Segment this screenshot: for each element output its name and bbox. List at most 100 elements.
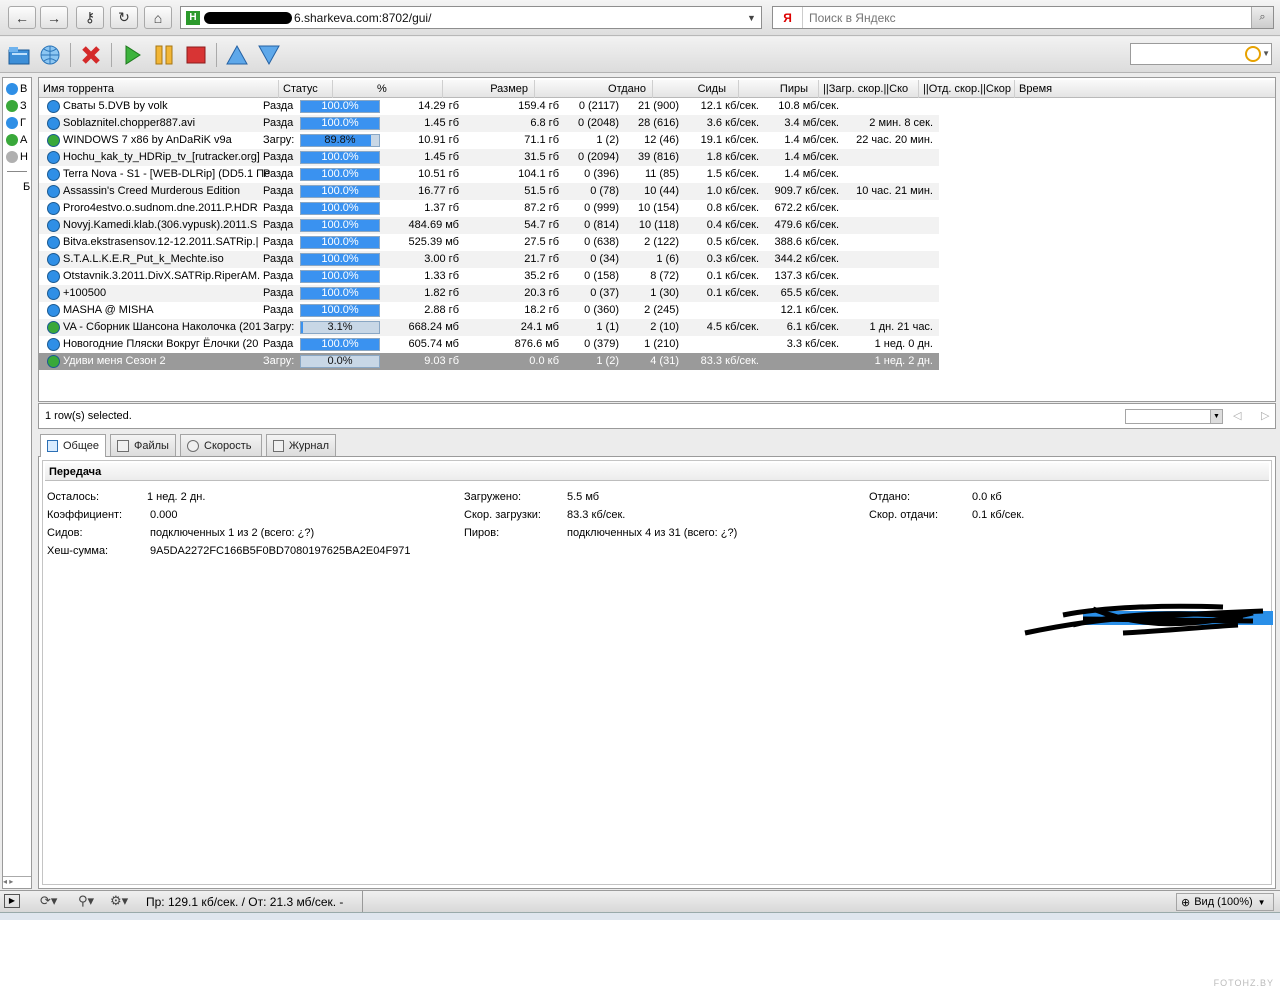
next-page-icon[interactable]: ▷ <box>1261 409 1269 422</box>
settings-icon[interactable]: ⚙▾ <box>110 893 128 909</box>
seeds-cell: 0 (814) <box>584 219 619 231</box>
down-speed-cell: 4.5 кб/сек. <box>706 321 759 333</box>
pause-icon[interactable] <box>151 42 177 68</box>
status-cell: Загру: <box>263 134 295 146</box>
uploaded-cell: 24.1 мб <box>520 321 559 333</box>
up-speed-cell: 1.4 мб/сек. <box>784 134 839 146</box>
col-size[interactable]: Размер <box>443 80 535 98</box>
chevron-down-icon[interactable]: ▼ <box>1262 49 1270 58</box>
key-icon[interactable]: ⚷ <box>76 6 104 29</box>
name-cell: Soblaznitel.chopper887.avi <box>63 117 196 129</box>
table-row[interactable]: MASHA @ MISHA Разда 2.88 гб 18.2 гб 0 (360) 2… <box>39 302 939 319</box>
downloaded-value: 5.5 мб <box>567 491 600 503</box>
stop-icon[interactable] <box>183 42 209 68</box>
address-bar[interactable]: H 6.sharkeva.com:8702/gui/ ▼ <box>180 6 762 29</box>
table-row[interactable]: Terra Nova - S1 - [WEB-DLRip] (DD5.1 Пе Р… <box>39 166 939 183</box>
sidebar-item-active[interactable]: А <box>6 132 32 148</box>
progress-text: 100.0% <box>321 185 359 197</box>
sidebar-item-completed[interactable]: Г <box>6 115 32 131</box>
progress-text: 100.0% <box>321 253 359 265</box>
col-status[interactable]: Статус <box>279 80 333 98</box>
peers-cell: 2 (245) <box>644 304 679 316</box>
table-row[interactable]: VA - Сборник Шансона Наколочка (201 Загру… <box>39 319 939 336</box>
table-row[interactable]: WINDOWS 7 x86 by AnDaRiK v9a Загру: 10.91 … <box>39 132 939 149</box>
tab-general[interactable]: Общее <box>40 434 106 457</box>
col-down-speed[interactable]: ||Загр. скор.||Ско <box>819 80 919 98</box>
dlspeed-value: 83.3 кб/сек. <box>567 509 626 521</box>
open-torrent-icon[interactable] <box>6 42 32 68</box>
col-uploaded[interactable]: Отдано <box>535 80 653 98</box>
table-row[interactable]: Soblaznitel.chopper887.avi Разда 1.45 гб 6.… <box>39 115 939 132</box>
network-icon[interactable]: ⚲▾ <box>78 893 94 909</box>
col-percent[interactable]: % <box>333 80 443 98</box>
prev-page-icon[interactable]: ◁ <box>1233 409 1241 422</box>
torrent-search-input[interactable]: ▼ <box>1130 43 1272 65</box>
page-select[interactable]: ▼ <box>1125 409 1223 424</box>
move-up-icon[interactable] <box>224 42 250 68</box>
chevron-down-icon[interactable]: ▼ <box>747 13 761 23</box>
table-row[interactable]: Сваты 5.DVB by volk Разда 14.29 гб 159.4 гб… <box>39 98 939 115</box>
peers-cell: 28 (616) <box>638 117 679 129</box>
down-speed-cell: 0.1 кб/сек. <box>706 270 759 282</box>
reload-button[interactable]: ↻ <box>110 6 138 29</box>
divider <box>362 891 363 913</box>
eta-cell <box>839 166 933 183</box>
tab-label: Общее <box>62 440 99 452</box>
torrent-status-icon <box>47 253 60 266</box>
sidebar-scrollbar[interactable]: ◂ ▸ <box>3 876 31 888</box>
seeds-cell: 0 (2117) <box>578 100 619 112</box>
peers-cell: 39 (816) <box>638 151 679 163</box>
start-icon[interactable] <box>119 42 145 68</box>
table-row[interactable]: Assassin's Creed Murderous Edition Разда 1… <box>39 183 939 200</box>
redaction-scribble <box>1024 603 1273 636</box>
col-up-speed[interactable]: ||Отд. скор.||Скор <box>919 80 1015 98</box>
zoom-control[interactable]: ⊕ Вид (100%) ▼ <box>1176 893 1274 911</box>
col-seeds[interactable]: Сиды <box>653 80 739 98</box>
table-row[interactable]: S.T.A.L.K.E.R_Put_k_Mechte.iso Разда 3.00 … <box>39 251 939 268</box>
down-speed-cell: 1.5 кб/сек. <box>706 168 759 180</box>
uploaded-cell: 104.1 гб <box>518 168 559 180</box>
size-cell: 10.91 гб <box>418 134 459 146</box>
col-name[interactable]: Имя торрента <box>39 80 279 98</box>
up-speed-cell: 344.2 кб/сек. <box>774 253 839 265</box>
eta-cell: 2 мин. 8 сек. <box>869 117 933 129</box>
table-row[interactable]: Удиви меня Сезон 2 Загру: 9.03 гб 0.0 кб 1 (… <box>39 353 939 370</box>
forward-button[interactable]: → <box>40 6 68 29</box>
status-cell: Разда <box>263 253 294 265</box>
table-row[interactable]: Novyj.Kamedi.klab.(306.vypusk).2011.S Раз… <box>39 217 939 234</box>
search-go-icon[interactable]: ⌕ <box>1251 7 1273 28</box>
table-row[interactable]: Otstavnik.3.2011.DivX.SATRip.RiperAM. Раз… <box>39 268 939 285</box>
sidebar-item-inactive[interactable]: Н <box>6 149 32 165</box>
tab-log[interactable]: Журнал <box>266 434 336 456</box>
status-cell: Разда <box>263 185 294 197</box>
remove-icon[interactable] <box>78 42 104 68</box>
up-speed-cell: 12.1 кб/сек. <box>780 304 839 316</box>
sidebar-toggle-icon[interactable]: ▶ <box>4 894 20 908</box>
home-button[interactable]: ⌂ <box>144 6 172 29</box>
refresh-icon[interactable]: ⟳▾ <box>40 893 57 909</box>
uploaded-cell: 27.5 гб <box>524 236 559 248</box>
peers-cell: 10 (118) <box>638 219 679 231</box>
tab-speed[interactable]: Скорость <box>180 434 262 456</box>
progress-bar: 89.8% <box>300 134 380 147</box>
table-row[interactable]: Hochu_kak_ty_HDRip_tv_[rutracker.org] Раз… <box>39 149 939 166</box>
torrent-status-icon <box>47 219 60 232</box>
app-window: ← → ⚷ ↻ ⌂ H 6.sharkeva.com:8702/gui/ ▼ Я… <box>0 0 1280 920</box>
search-input[interactable] <box>803 10 1251 25</box>
move-down-icon[interactable] <box>256 42 282 68</box>
tab-files[interactable]: Файлы <box>110 434 176 456</box>
table-row[interactable]: Новогодние Пляски Вокруг Ёлочки (20 Разда… <box>39 336 939 353</box>
col-eta[interactable]: Время <box>1015 80 1055 98</box>
sidebar-item-downloading[interactable]: З <box>6 98 32 114</box>
downloaded-label: Загружено: <box>464 491 522 503</box>
back-button[interactable]: ← <box>8 6 36 29</box>
search-icon[interactable] <box>1245 46 1261 62</box>
col-peers[interactable]: Пиры <box>739 80 819 98</box>
sidebar-item-all[interactable]: В <box>6 81 32 97</box>
add-url-icon[interactable] <box>37 42 63 68</box>
yandex-icon[interactable]: Я <box>773 7 803 28</box>
seeds-cell: 0 (37) <box>590 287 619 299</box>
table-row[interactable]: +100500 Разда 1.82 гб 20.3 гб 0 (37) 1 (30) 0.… <box>39 285 939 302</box>
table-row[interactable]: Bitva.ekstrasensov.12-12.2011.SATRip.| Ра… <box>39 234 939 251</box>
table-row[interactable]: Proro4estvo.o.sudnom.dne.2011.P.HDR Разда… <box>39 200 939 217</box>
